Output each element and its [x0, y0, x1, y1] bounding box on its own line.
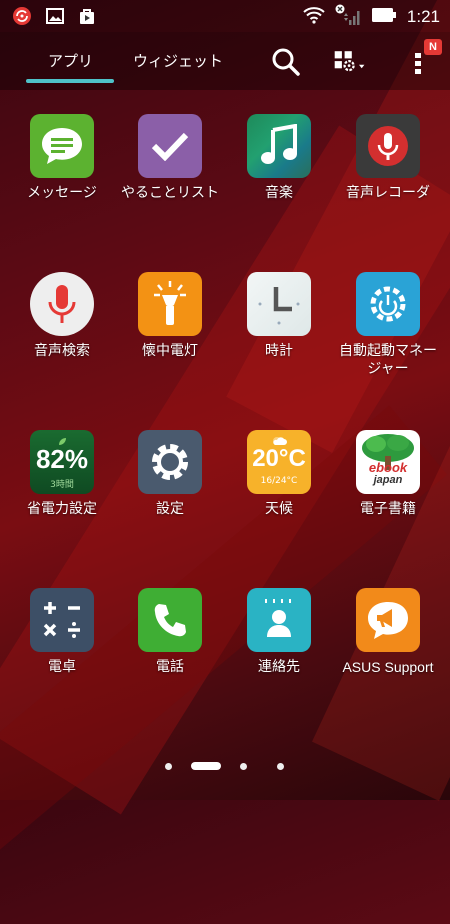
status-clock: 1:21 [406, 7, 440, 26]
app-music[interactable]: 音楽 [225, 114, 333, 202]
app-label: ASUS Support [342, 659, 434, 675]
weather-temp: 20°C [252, 445, 306, 472]
app-voice-search[interactable]: 音声検索 [8, 272, 116, 360]
tab-widgets[interactable]: ウィジェット [128, 50, 228, 71]
app-label: 懐中電灯 [142, 343, 198, 359]
app-power-saver[interactable]: 82% 3時間 省電力設定 [8, 430, 116, 518]
battery-icon [371, 7, 397, 27]
music-note-icon [247, 114, 311, 178]
tab-apps[interactable]: アプリ [28, 50, 113, 71]
status-bar: 1:21 [0, 0, 450, 32]
app-label: メッセージ [27, 185, 97, 201]
app-recorder[interactable]: 音声レコーダ [334, 114, 442, 202]
gallery-icon [46, 8, 64, 28]
app-clock[interactable]: 時計 [225, 272, 333, 360]
app-contacts[interactable]: 連絡先 [225, 588, 333, 676]
app-label: やることリスト [121, 185, 219, 201]
app-asus-support[interactable]: ASUS Support [334, 588, 442, 676]
app-label: 自動起動マネージャー [339, 343, 437, 377]
page-dot-4[interactable] [277, 763, 284, 770]
search-icon [272, 48, 300, 76]
checkmark-icon [138, 114, 202, 178]
power-saver-icon: 82% 3時間 [30, 430, 94, 494]
tab-indicator [26, 79, 114, 83]
ebook-text-2: japan [373, 474, 403, 486]
app-label: 電子書籍 [360, 501, 416, 517]
search-button[interactable] [268, 44, 304, 80]
weather-range: 16/24°C [260, 476, 298, 486]
app-label: 音楽 [265, 185, 293, 201]
messages-icon [30, 114, 94, 178]
app-phone[interactable]: 電話 [116, 588, 224, 676]
more-vert-icon [415, 53, 421, 74]
app-label: 連絡先 [258, 659, 300, 675]
contacts-icon [247, 588, 311, 652]
notification-badge: N [424, 39, 442, 55]
page-indicator [0, 758, 450, 774]
app-label: 設定 [156, 501, 184, 517]
ebook-text-1: ebook [368, 460, 408, 475]
app-todo[interactable]: やることリスト [116, 114, 224, 202]
gear-icon [138, 430, 202, 494]
page-dot-2-active[interactable] [191, 762, 221, 770]
drawer-header: アプリ ウィジェット N [0, 32, 450, 90]
app-auto-start[interactable]: 自動起動マネージャー [334, 272, 442, 378]
clock-icon [247, 272, 311, 336]
grid-settings-icon [334, 51, 365, 72]
phone-icon [138, 588, 202, 652]
flashlight-icon [138, 272, 202, 336]
no-signal-icon [335, 4, 361, 30]
app-label: 音声レコーダ [346, 185, 430, 201]
app-settings[interactable]: 設定 [116, 430, 224, 518]
ebook-icon: ebook japan [356, 430, 420, 494]
app-ebook[interactable]: ebook japan 電子書籍 [334, 430, 442, 518]
app-label: 電卓 [48, 659, 76, 675]
microphone-icon [30, 272, 94, 336]
app-label: 音声検索 [34, 343, 90, 359]
store-icon [78, 7, 96, 29]
page-dot-3[interactable] [240, 763, 247, 770]
power-hours: 3時間 [50, 480, 74, 490]
sync-icon [12, 6, 32, 30]
power-percent: 82% [35, 444, 89, 474]
app-label: 天候 [265, 501, 293, 517]
app-label: 省電力設定 [27, 501, 97, 517]
megaphone-icon [356, 588, 420, 652]
page-dot-1[interactable] [165, 763, 172, 770]
view-options-button[interactable] [332, 44, 368, 80]
wifi-icon [303, 6, 325, 28]
app-calculator[interactable]: 電卓 [8, 588, 116, 676]
power-gear-icon [356, 272, 420, 336]
app-label: 電話 [156, 659, 184, 675]
weather-icon: 20°C 16/24°C [247, 430, 311, 494]
calculator-icon [30, 588, 94, 652]
app-label: 時計 [265, 343, 293, 359]
app-flashlight[interactable]: 懐中電灯 [116, 272, 224, 360]
app-messages[interactable]: メッセージ [8, 114, 116, 202]
recorder-icon [356, 114, 420, 178]
app-weather[interactable]: 20°C 16/24°C 天候 [225, 430, 333, 518]
